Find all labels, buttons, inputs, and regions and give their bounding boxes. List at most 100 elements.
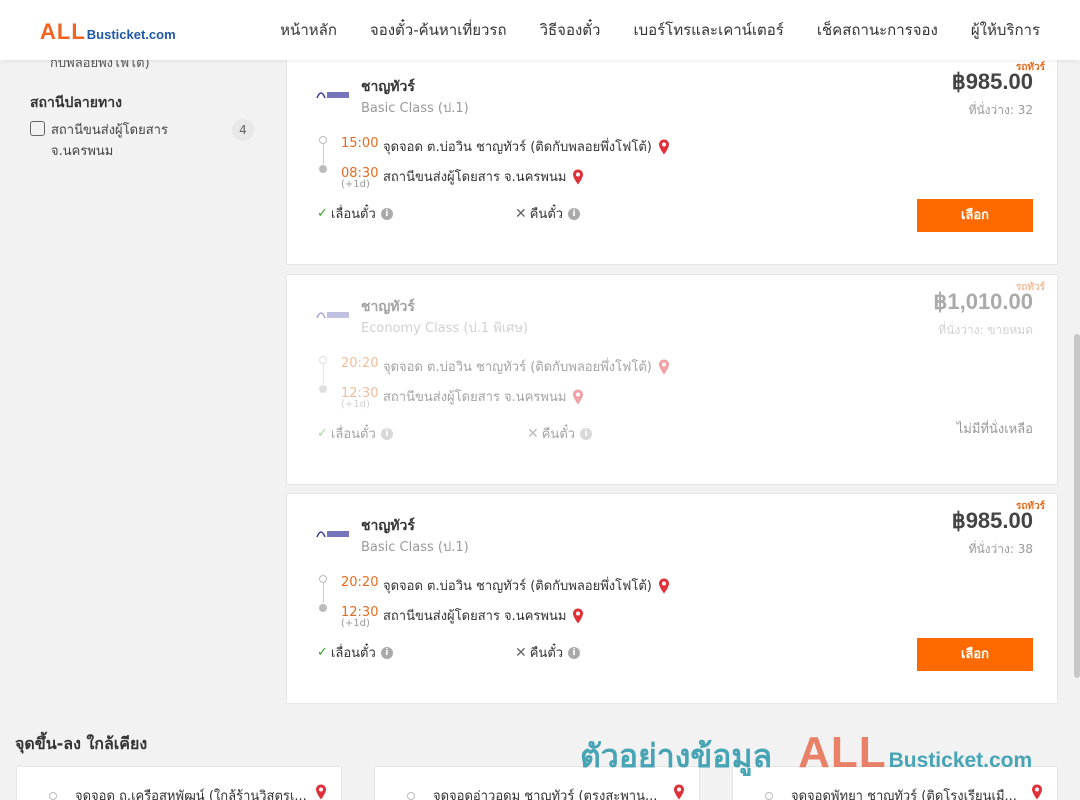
nav-phone-counter[interactable]: เบอร์โทรและเคาน์เตอร์	[633, 18, 783, 42]
change-ticket-label: เลื่อนตั๋ว	[330, 207, 376, 222]
map-pin-icon[interactable]	[658, 139, 670, 155]
departure-stop[interactable]: จุดจอด ต.บ่อวิน ชาญทัวร์ (ติดกับพลอยพึ่ง…	[383, 356, 670, 377]
departure-stop-label: จุดจอด ต.บ่อวิน ชาญทัวร์ (ติดกับพลอยพึ่ง…	[383, 360, 652, 375]
nearby-stop-label: จุดจอดอ่าวอุดม ชาญทัวร์ (ตรงสะพาน...	[433, 789, 658, 800]
bus-class: Economy Class (ป.1 พิเศษ)	[361, 321, 529, 336]
info-icon[interactable]: i	[580, 427, 593, 440]
arrival-stop[interactable]: สถานีขนส่งผู้โดยสาร จ.นครพนม	[383, 166, 584, 187]
nearby-stop-card[interactable]: จุดจอดอ่าวอุดม ชาญทัวร์ (ตรงสะพาน...	[374, 766, 700, 800]
nav-operators[interactable]: ผู้ให้บริการ	[971, 18, 1040, 42]
select-trip-button[interactable]: เลือก	[917, 638, 1033, 671]
arrival-filter-option[interactable]: สถานีขนส่งผู้โดยสาร จ.นครพนม	[30, 120, 186, 162]
operator-logo-icon	[316, 531, 349, 538]
departure-stop-label: จุดจอด ต.บ่อวิน ชาญทัวร์ (ติดกับพลอยพึ่ง…	[383, 579, 652, 594]
map-pin-icon[interactable]	[572, 389, 584, 405]
bus-class: Basic Class (ป.1)	[361, 540, 469, 555]
cross-icon: ✕	[515, 644, 527, 661]
site-logo[interactable]: ALL Busticket.com	[40, 19, 176, 45]
info-icon[interactable]: i	[568, 646, 581, 659]
operator-name: ชาญทัวร์	[361, 299, 415, 315]
ticket-price: ฿985.00	[951, 69, 1033, 94]
next-day-note: (+1d)	[341, 399, 370, 410]
info-icon[interactable]: i	[380, 646, 393, 659]
arrival-stop[interactable]: สถานีขนส่งผู้โดยสาร จ.นครพนม	[383, 386, 584, 407]
operator-logo-icon	[316, 312, 349, 319]
select-trip-button[interactable]: เลือก	[917, 199, 1033, 232]
trip-card: รถทัวร์ ชาญทัวร์ Basic Class (ป.1) ฿985.…	[286, 54, 1058, 265]
trip-card: รถทัวร์ ชาญทัวร์ Basic Class (ป.1) ฿985.…	[286, 493, 1058, 704]
nav-home[interactable]: หน้าหลัก	[280, 18, 337, 42]
map-pin-icon[interactable]	[572, 608, 584, 624]
refund-ticket-label: คืนตั๋ว	[529, 207, 564, 222]
timeline-line	[322, 583, 324, 603]
nearby-stop-card[interactable]: จุดจอด ถ.เครือสหพัฒน์ (ใกล้ร้านวิสูตรเ..…	[16, 766, 342, 800]
arrival-option-count: 4	[232, 119, 254, 141]
arrival-dot-icon	[319, 385, 327, 393]
info-icon[interactable]: i	[380, 427, 393, 440]
next-day-note: (+1d)	[341, 618, 370, 629]
nav-how-to-book[interactable]: วิธีจองตั๋ว	[540, 18, 601, 42]
seats-available: ที่นั่งว่าง: 38	[968, 542, 1033, 556]
nearby-stop-label: จุดจอด ถ.เครือสหพัฒน์ (ใกล้ร้านวิสูตรเ..…	[75, 789, 307, 800]
map-pin-icon[interactable]	[1031, 784, 1043, 800]
map-pin-icon[interactable]	[658, 578, 670, 594]
bus-class: Basic Class (ป.1)	[361, 101, 469, 116]
departure-dot-icon	[319, 356, 327, 364]
arrival-stop-label: สถานีขนส่งผู้โดยสาร จ.นครพนม	[383, 609, 567, 624]
stop-dot-icon	[407, 792, 415, 800]
departure-stop[interactable]: จุดจอด ต.บ่อวิน ชาญทัวร์ (ติดกับพลอยพึ่ง…	[383, 136, 670, 157]
next-day-note: (+1d)	[341, 179, 370, 190]
departure-time: 20:20	[341, 356, 379, 371]
nearby-stop-label: จุดจอดพัทยา ชาญทัวร์ (ติดโรงเรียนเมื...	[791, 789, 1017, 800]
arrival-stop-label: สถานีขนส่งผู้โดยสาร จ.นครพนม	[383, 390, 567, 405]
timeline-line	[322, 144, 324, 164]
departure-stop[interactable]: จุดจอด ต.บ่อวิน ชาญทัวร์ (ติดกับพลอยพึ่ง…	[383, 575, 670, 596]
map-pin-icon[interactable]	[572, 169, 584, 185]
stop-dot-icon	[49, 792, 57, 800]
nav-check-booking[interactable]: เช็คสถานะการจอง	[817, 18, 938, 42]
arrival-filter-title: สถานีปลายทาง	[30, 95, 122, 111]
cross-icon: ✕	[527, 425, 539, 442]
ticket-price: ฿985.00	[951, 508, 1033, 533]
seats-available: ที่นั่งว่าง: 32	[968, 103, 1033, 117]
page-scrollbar[interactable]	[1074, 334, 1080, 678]
arrival-stop[interactable]: สถานีขนส่งผู้โดยสาร จ.นครพนม	[383, 605, 584, 626]
site-header: ALL Busticket.com หน้าหลัก จองตั๋ว-ค้นหา…	[0, 0, 1080, 60]
change-ticket-feature: ✓ เลื่อนตั๋ว i	[317, 642, 393, 663]
departure-time: 20:20	[341, 575, 379, 590]
main-nav: หน้าหลัก จองตั๋ว-ค้นหาเที่ยวรถ วิธีจองตั…	[247, 0, 1040, 60]
change-ticket-feature: ✓ เลื่อนตั๋ว i	[317, 423, 393, 444]
refund-ticket-label: คืนตั๋ว	[529, 646, 564, 661]
map-pin-icon[interactable]	[673, 784, 685, 800]
info-icon[interactable]: i	[568, 207, 581, 220]
ticket-price: ฿1,010.00	[933, 289, 1033, 314]
logo-all: ALL	[40, 19, 86, 44]
arrival-option-label: สถานีขนส่งผู้โดยสาร จ.นครพนม	[51, 123, 168, 159]
refund-ticket-label: คืนตั๋ว	[541, 427, 576, 442]
operator-name: ชาญทัวร์	[361, 79, 415, 95]
arrival-stop-label: สถานีขนส่งผู้โดยสาร จ.นครพนม	[383, 170, 567, 185]
map-pin-icon[interactable]	[315, 784, 327, 800]
check-icon: ✓	[317, 206, 328, 221]
stop-dot-icon	[765, 792, 773, 800]
change-ticket-label: เลื่อนตั๋ว	[330, 646, 376, 661]
nav-book-search[interactable]: จองตั๋ว-ค้นหาเที่ยวรถ	[370, 18, 507, 42]
departure-time: 15:00	[341, 136, 379, 151]
nearby-stop-card[interactable]: จุดจอดพัทยา ชาญทัวร์ (ติดโรงเรียนเมื...	[732, 766, 1058, 800]
refund-ticket-feature: ✕ คืนตั๋ว i	[527, 423, 593, 444]
nearby-stops-title: จุดขึ้น-ลง ใกล้เคียง	[15, 734, 148, 753]
map-pin-icon[interactable]	[658, 359, 670, 375]
change-ticket-feature: ✓ เลื่อนตั๋ว i	[317, 203, 393, 224]
check-icon: ✓	[317, 645, 328, 660]
logo-busticket: Busticket.com	[86, 27, 176, 42]
check-icon: ✓	[317, 426, 328, 441]
arrival-dot-icon	[319, 604, 327, 612]
arrival-checkbox[interactable]	[30, 121, 45, 136]
refund-ticket-feature: ✕ คืนตั๋ว i	[515, 642, 581, 663]
info-icon[interactable]: i	[380, 207, 393, 220]
change-ticket-label: เลื่อนตั๋ว	[330, 427, 376, 442]
seats-available: ที่นั่งว่าง: ขายหมด	[938, 323, 1033, 337]
departure-stop-label: จุดจอด ต.บ่อวิน ชาญทัวร์ (ติดกับพลอยพึ่ง…	[383, 140, 652, 155]
timeline-line	[322, 364, 324, 384]
operator-logo-icon	[316, 92, 349, 99]
